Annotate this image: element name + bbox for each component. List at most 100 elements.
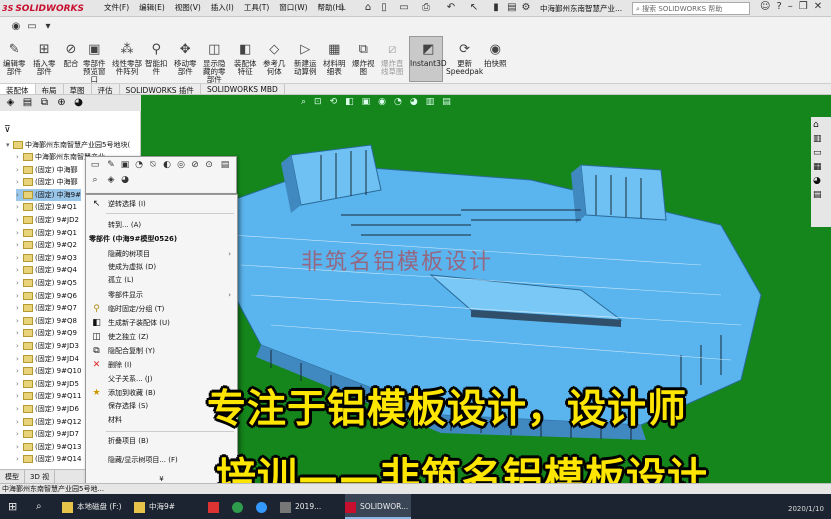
expand-icon[interactable]: › (16, 390, 23, 403)
taskbar-item-disk[interactable]: 本地磁盘 (F:) (62, 494, 126, 519)
tab-addins[interactable]: SOLIDWORKS 插件 (120, 84, 201, 95)
expand-icon[interactable]: › (16, 189, 23, 202)
custom-properties-icon[interactable]: ▤ (813, 190, 829, 200)
expand-icon[interactable]: › (16, 252, 23, 265)
select-pointer-icon[interactable]: ↖ (468, 2, 480, 14)
expand-icon[interactable]: › (16, 441, 23, 454)
expand-icon[interactable]: › (16, 378, 23, 391)
expand-icon[interactable]: › (16, 214, 23, 227)
mate-icon[interactable]: ⊘ (190, 160, 200, 170)
menu-edit[interactable]: 编辑(E) (139, 2, 165, 13)
open-part-icon[interactable]: ▭ (90, 160, 100, 170)
tree-item[interactable]: › (固定) 9#Q4 (16, 264, 77, 277)
expand-icon[interactable]: › (16, 327, 23, 340)
menu-delete[interactable]: ✕ 删除 (I) (86, 359, 237, 372)
color-icon[interactable]: ◕ (120, 175, 130, 185)
help-icon[interactable]: ? (776, 1, 781, 12)
cmd-linear-pattern[interactable]: ⁂ 线性零部 件阵列 (112, 42, 142, 76)
tree-item[interactable]: › (固定) 9#JD4 (16, 353, 79, 366)
expand-icon[interactable]: › (16, 353, 23, 366)
feature-tree-tab-icon[interactable]: ◈ (4, 97, 17, 109)
expand-icon[interactable]: › (16, 151, 23, 164)
tree-item[interactable]: › (固定) 9#JD3 (16, 340, 79, 353)
chrome-icon[interactable] (232, 494, 247, 519)
rebuild-icon[interactable]: ▮ (490, 2, 502, 14)
dropdown-icon[interactable]: ▾ (42, 21, 54, 33)
expand-icon[interactable]: › (16, 315, 23, 328)
help-search-input[interactable]: ⌕ 搜索 SOLIDWORKS 帮助 (632, 2, 750, 15)
options-gear-icon[interactable]: ⚙ (520, 2, 532, 14)
tree-item[interactable]: › (固定) 9#JD6 (16, 403, 79, 416)
expand-icon[interactable]: › (16, 416, 23, 429)
menu-isolate[interactable]: 孤立 (L) (86, 274, 237, 287)
cmd-instant3d[interactable]: ◩ Instant3D (410, 42, 447, 68)
cmd-exploded-view[interactable]: ⧉ 爆炸视 图 (352, 42, 375, 76)
collapse-icon[interactable]: ▾ (6, 139, 13, 152)
windows-start-icon[interactable]: ⊞ (8, 494, 17, 519)
tree-item[interactable]: › (固定) 中海鄞 (16, 164, 78, 177)
expand-icon[interactable]: › (16, 365, 23, 378)
menu-component-display[interactable]: 零部件显示 › (86, 289, 237, 302)
expand-icon[interactable]: › (16, 176, 23, 189)
tab-sketch[interactable]: 草图 (64, 84, 92, 95)
dimxpert-tab-icon[interactable]: ⊕ (55, 97, 68, 109)
cmd-smart-fastener[interactable]: ⚲ 智能扣 件 (145, 42, 168, 76)
tree-item[interactable]: › (固定) 9#Q1 (16, 227, 77, 240)
tree-item[interactable]: › (固定) 9#Q14 (16, 453, 81, 466)
qq-icon[interactable] (256, 494, 271, 519)
tab-mbd[interactable]: SOLIDWORKS MBD (201, 84, 285, 94)
menu-copy-with-mates[interactable]: ⧉ 隐配合复制 (Y) (86, 345, 237, 358)
appearance-icon[interactable]: ◈ (106, 175, 116, 185)
print-icon[interactable]: ⎙ (420, 2, 432, 14)
tree-item[interactable]: › (固定) 9#Q7 (16, 302, 77, 315)
zoom-selection-icon[interactable]: ⌕ (90, 175, 100, 185)
menu-collapse-items[interactable]: 折叠项目 (B) (86, 435, 237, 448)
tree-item[interactable]: › (固定) 9#Q6 (16, 290, 77, 303)
appearance-tab-icon[interactable]: ◕ (72, 97, 85, 109)
hide-component-icon[interactable]: ◔ (134, 160, 144, 170)
cmd-explode-line[interactable]: ⧄ 爆炸直 线草图 (381, 42, 404, 76)
cmd-show-hidden[interactable]: ◫ 显示隐 藏的零 部件 (203, 42, 226, 84)
tab-layout[interactable]: 布局 (36, 84, 64, 95)
menu-file[interactable]: 文件(F) (104, 2, 129, 13)
tree-item[interactable]: › (固定) 9#Q11 (16, 390, 81, 403)
home-icon[interactable]: ⌂ (362, 2, 374, 14)
menu-new-subassembly[interactable]: ◧ 生成新子装配体 (U) (86, 317, 237, 330)
tree-root[interactable]: ▾ 中海鄞州东南智慧产业园5号地块( (6, 139, 130, 152)
suppress-icon[interactable]: ⍉ (148, 160, 158, 170)
tab-assembly[interactable]: 装配体 (0, 84, 36, 95)
expand-icon[interactable]: › (16, 227, 23, 240)
tree-item[interactable]: › (固定) 9#Q10 (16, 365, 81, 378)
isolate-icon[interactable]: ◎ (176, 160, 186, 170)
resources-icon[interactable]: ⌂ (813, 120, 829, 130)
menu-tools[interactable]: 工具(T) (244, 2, 269, 13)
expand-icon[interactable]: › (16, 403, 23, 416)
open-icon[interactable]: ▭ (398, 2, 410, 14)
tab-evaluate[interactable]: 评估 (92, 84, 120, 95)
file-explorer-icon[interactable]: ▭ (813, 148, 829, 158)
minimize-icon[interactable]: – (788, 1, 793, 12)
view-palette-icon[interactable]: ▦ (813, 162, 829, 172)
close-icon[interactable]: ✕ (814, 1, 822, 12)
restore-icon[interactable]: ❐ (799, 1, 808, 12)
cmd-move-component[interactable]: ✥ 移动零 部件 (174, 42, 197, 76)
menu-invert-selection[interactable]: ↖ 逆转选择 (I) (86, 198, 237, 211)
cmd-motion-study[interactable]: ▷ 新建运 动算例 (294, 42, 317, 76)
file-properties-icon[interactable]: ▤ (506, 2, 518, 14)
tab-3d-views[interactable]: 3D 视 (25, 470, 56, 483)
expand-icon[interactable]: › (16, 201, 23, 214)
cmd-preview-window[interactable]: ▣ 零部件 预览窗 口 (83, 42, 106, 84)
wps-icon[interactable] (208, 494, 223, 519)
pin-icon[interactable]: ⊥ (336, 2, 348, 14)
property-tab-icon[interactable]: ▤ (21, 97, 34, 109)
tree-item[interactable]: › (固定) 9#JD2 (16, 214, 79, 227)
tree-item[interactable]: › (固定) 9#Q5 (16, 277, 77, 290)
expand-icon[interactable]: › (16, 164, 23, 177)
edit-part-icon[interactable]: ✎ (106, 160, 116, 170)
component-props-icon[interactable]: ▣ (120, 160, 130, 170)
taskbar-item-folder[interactable]: 中海9# (134, 494, 196, 519)
tab-model[interactable]: 模型 (0, 470, 25, 483)
cmd-edit-component[interactable]: ✎ 编辑零 部件 (3, 42, 26, 76)
cmd-mate[interactable]: ⊘ 配合 (62, 42, 80, 68)
tree-item[interactable]: › (固定) 9#Q9 (16, 327, 77, 340)
